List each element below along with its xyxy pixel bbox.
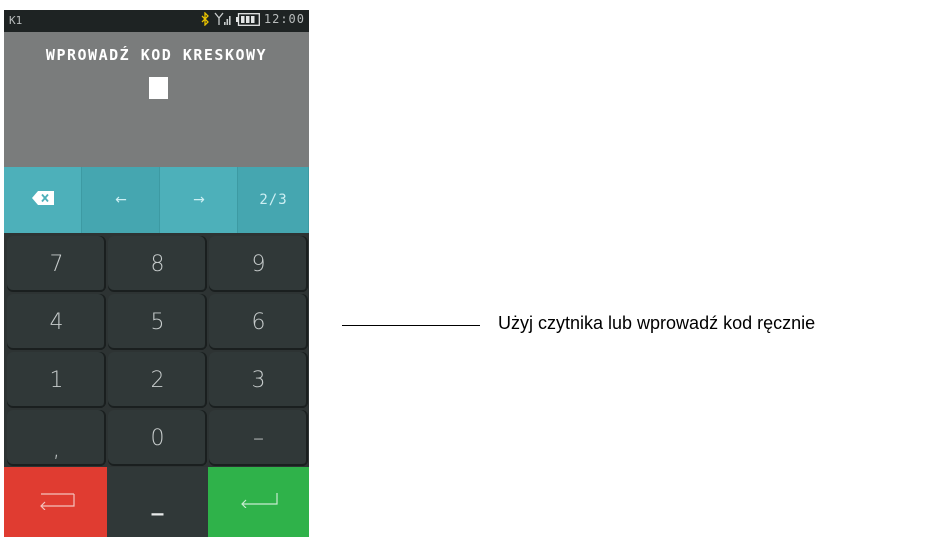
backspace-icon [32,191,54,209]
pos-device-screen: K1 12:00 WPROWADŹ KOD KRESKOWY ← → 2/3 7… [4,10,309,537]
key-3[interactable]: 3 [209,352,308,408]
status-bar: K1 12:00 [4,10,309,32]
callout-line [342,325,480,326]
right-arrow-icon: → [193,192,205,208]
underscore-key[interactable]: _ [107,467,208,537]
barcode-display: WPROWADŹ KOD KRESKOWY [4,32,309,167]
input-cursor [149,77,168,99]
status-icons: 12:00 [201,12,305,26]
key-0[interactable]: 0 [108,410,207,466]
cursor-right-button[interactable]: → [160,167,238,233]
cancel-button[interactable] [4,467,107,537]
signal-icon [214,12,232,26]
bluetooth-icon [201,12,210,26]
page-indicator-button[interactable]: 2/3 [238,167,309,233]
return-left-icon [37,490,75,514]
backspace-button[interactable] [4,167,82,233]
key-4[interactable]: 4 [7,294,106,350]
enter-icon [240,492,278,512]
key-5[interactable]: 5 [108,294,207,350]
numeric-keypad: 7 8 9 4 5 6 1 2 3 , 0 – [4,233,309,467]
prompt-text: WPROWADŹ KOD KRESKOWY [45,46,268,64]
key-8[interactable]: 8 [108,236,207,292]
enter-button[interactable] [208,467,309,537]
battery-icon [235,12,260,26]
key-comma[interactable]: , [7,410,106,466]
key-dash[interactable]: – [209,410,308,466]
function-key-row: ← → 2/3 [4,167,309,233]
callout-text: Użyj czytnika lub wprowadź kod ręcznie [498,313,816,333]
terminal-label: K1 [9,14,23,27]
cursor-left-button[interactable]: ← [82,167,160,233]
key-6[interactable]: 6 [209,294,308,350]
key-9[interactable]: 9 [209,236,308,292]
underscore-label: _ [151,488,164,516]
left-arrow-icon: ← [115,192,127,208]
key-2[interactable]: 2 [108,352,207,408]
key-7[interactable]: 7 [7,236,106,292]
action-key-row: _ [4,467,309,537]
clock: 12:00 [263,12,305,26]
key-1[interactable]: 1 [7,352,106,408]
page-indicator: 2/3 [259,192,288,208]
